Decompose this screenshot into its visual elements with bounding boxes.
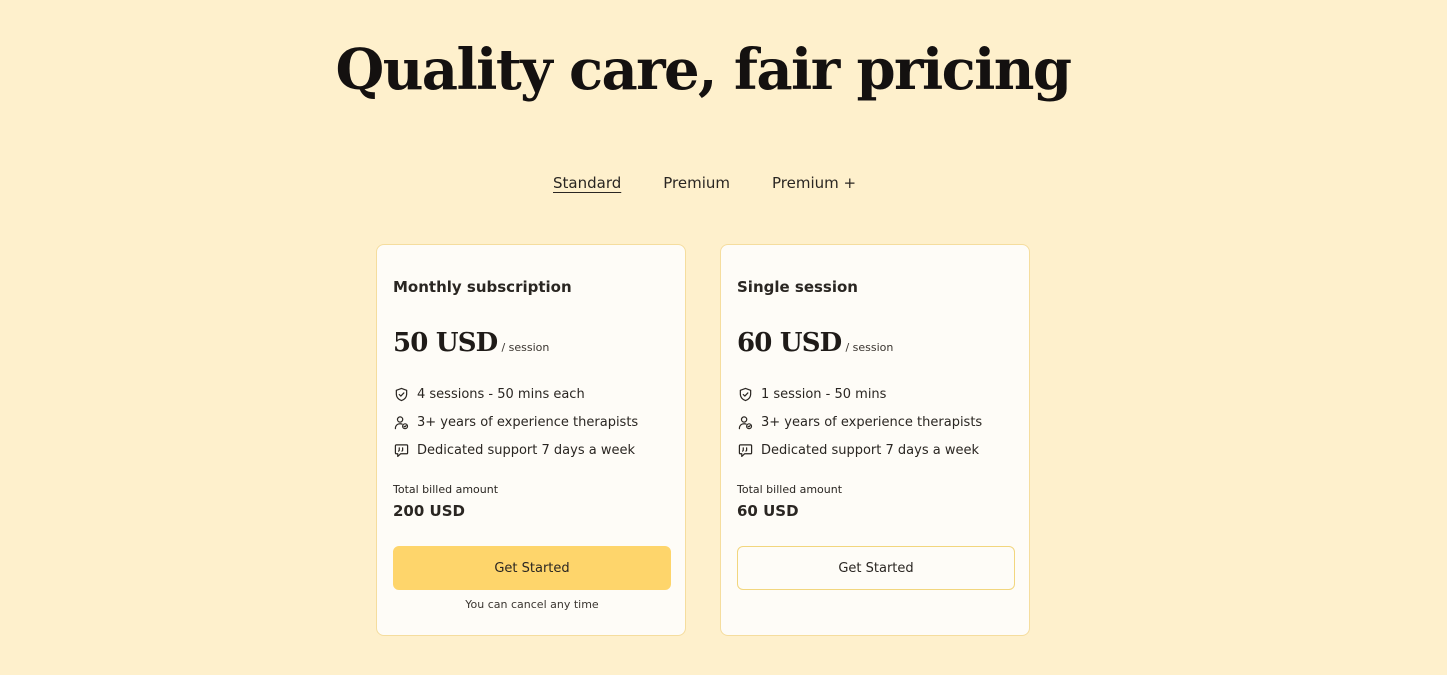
price-row: 50 USD / session [393,324,549,362]
billed-amount: 200 USD [393,502,465,520]
plan-price: 60 USD [737,328,842,358]
page-title: Quality care, fair pricing [335,37,1073,103]
chat-quote-icon [737,442,753,458]
plan-title: Monthly subscription [393,278,572,296]
billed-label: Total billed amount [737,483,843,496]
feature-text: 1 session - 50 mins [761,386,887,402]
plan-title: Single session [737,278,858,296]
plan-tabs: Standard Premium Premium + [553,172,856,194]
tab-premium-plus[interactable]: Premium + [772,172,856,194]
feature-item: 4 sessions - 50 mins each [393,380,638,408]
feature-item: 1 session - 50 mins [737,380,982,408]
feature-text: Dedicated support 7 days a week [761,442,979,458]
feature-item: Dedicated support 7 days a week [737,436,982,464]
billed-label: Total billed amount [393,483,499,496]
feature-item: Dedicated support 7 days a week [393,436,638,464]
get-started-button[interactable]: Get Started [737,546,1015,590]
price-row: 60 USD / session [737,324,893,362]
chat-quote-icon [393,442,409,458]
plan-price: 50 USD [393,328,498,358]
feature-item: 3+ years of experience therapists [393,408,638,436]
cancel-note: You can cancel any time [465,598,599,611]
price-unit: / session [501,341,550,354]
user-badge-icon [737,414,753,430]
feature-text: 4 sessions - 50 mins each [417,386,585,402]
tab-standard[interactable]: Standard [553,172,621,194]
tab-premium[interactable]: Premium [663,172,730,194]
user-badge-icon [393,414,409,430]
get-started-button[interactable]: Get Started [393,546,671,590]
feature-text: 3+ years of experience therapists [761,414,983,430]
feature-list: 1 session - 50 mins 3+ years of experien… [737,380,982,464]
feature-text: 3+ years of experience therapists [417,414,639,430]
feature-list: 4 sessions - 50 mins each 3+ years of ex… [393,380,638,464]
plan-card-monthly: Monthly subscription 50 USD / session 4 … [376,244,686,636]
feature-item: 3+ years of experience therapists [737,408,982,436]
price-unit: / session [845,341,894,354]
feature-text: Dedicated support 7 days a week [417,442,635,458]
shield-check-icon [737,386,753,402]
plan-card-single: Single session 60 USD / session 1 sessio… [720,244,1030,636]
shield-check-icon [393,386,409,402]
billed-amount: 60 USD [737,502,799,520]
